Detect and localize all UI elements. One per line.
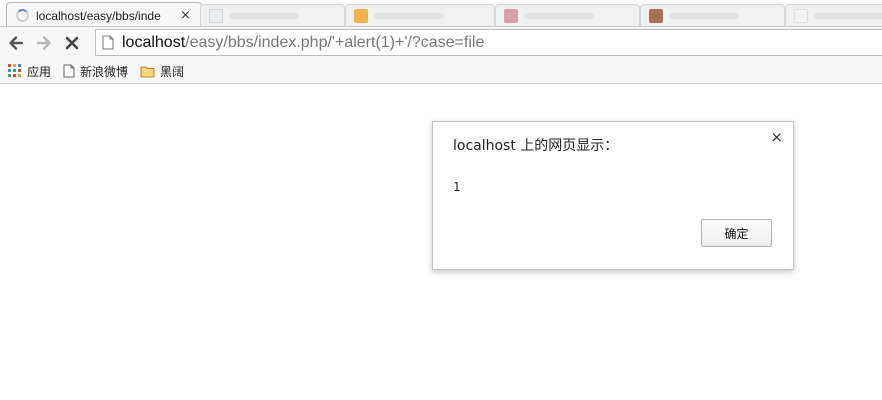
- tab-title-blurred: [669, 12, 739, 19]
- dialog-message: 1: [453, 180, 461, 194]
- address-bar[interactable]: localhost/easy/bbs/index.php/'+alert(1)+…: [95, 29, 882, 56]
- tab-favicon-icon: [649, 8, 663, 23]
- alert-dialog: localhost 上的网页显示： × 1 确定: [432, 121, 794, 270]
- arrow-right-icon: [36, 36, 51, 50]
- loading-spinner-icon: [16, 9, 29, 22]
- ok-button[interactable]: 确定: [701, 219, 772, 247]
- bookmark-label: 新浪微博: [80, 64, 129, 79]
- tab-favicon-icon: [504, 8, 518, 23]
- forward-button[interactable]: [32, 31, 56, 55]
- stop-button[interactable]: [60, 31, 84, 55]
- tab-title-blurred: [814, 12, 882, 19]
- tab-active[interactable]: localhost/easy/bbs/inde ×: [6, 2, 202, 26]
- url-path: /easy/bbs/index.php/'+alert(1)+'/?case=f…: [185, 33, 485, 51]
- tab-title: localhost/easy/bbs/inde: [36, 8, 161, 23]
- arrow-left-icon: [9, 36, 24, 50]
- tab-title-blurred: [229, 12, 299, 19]
- tab-favicon-icon: [354, 8, 368, 23]
- dialog-title: localhost 上的网页显示：: [453, 138, 619, 154]
- bookmark-label: 黑阔: [160, 64, 185, 79]
- tab-favicon-icon: [209, 8, 223, 23]
- tab-strip: localhost/easy/bbs/inde ×: [0, 0, 882, 27]
- tab-close-icon[interactable]: ×: [180, 8, 191, 23]
- tab-title-blurred: [374, 12, 444, 19]
- tab-background[interactable]: [495, 4, 640, 26]
- toolbar: localhost/easy/bbs/index.php/'+alert(1)+…: [0, 27, 882, 59]
- back-button[interactable]: [4, 31, 28, 55]
- url-host: localhost: [122, 33, 186, 51]
- apps-grid-icon: [8, 64, 22, 78]
- bookmark-folder-heikuo[interactable]: 黑阔: [140, 63, 184, 80]
- url-text: localhost/easy/bbs/index.php/'+alert(1)+…: [122, 34, 484, 52]
- tab-background[interactable]: [640, 4, 785, 26]
- close-icon[interactable]: ×: [770, 128, 783, 146]
- tab-favicon-icon: [794, 8, 808, 23]
- tab-background[interactable]: [200, 4, 345, 26]
- tab-title-blurred: [524, 12, 594, 19]
- page-icon: [63, 64, 75, 78]
- stop-x-icon: [65, 36, 79, 50]
- page-icon: [102, 35, 114, 50]
- bookmark-apps[interactable]: 应用: [8, 63, 51, 80]
- bookmark-label: 应用: [27, 64, 52, 79]
- bookmarks-bar: 应用 新浪微博 黑阔: [0, 59, 882, 84]
- tab-background[interactable]: [785, 4, 882, 26]
- folder-icon: [140, 65, 155, 78]
- bookmark-sina-weibo[interactable]: 新浪微博: [63, 63, 128, 80]
- tab-background[interactable]: [345, 4, 495, 26]
